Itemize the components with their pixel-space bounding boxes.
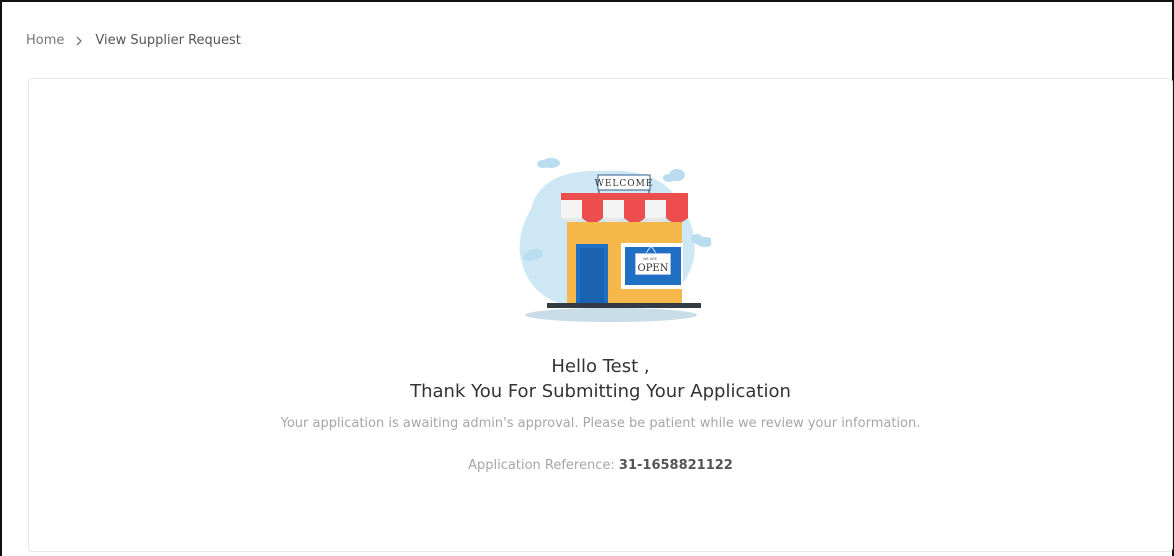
confirmation-title: Thank You For Submitting Your Applicatio… <box>410 381 791 402</box>
breadcrumb-home-link[interactable]: Home <box>26 33 64 48</box>
chevron-right-icon <box>75 36 83 46</box>
app-window: Home View Supplier Request WELCOME WE AR… <box>0 0 1174 556</box>
application-reference: Application Reference: 31-1658821122 <box>29 458 1172 473</box>
door-sign-top-text: WE ARE <box>643 257 657 261</box>
greeting-text: Hello Test , <box>551 356 650 377</box>
breadcrumb-current: View Supplier Request <box>95 33 241 48</box>
breadcrumb: Home View Supplier Request <box>26 33 241 48</box>
approval-pending-text: Your application is awaiting admin's app… <box>280 416 921 431</box>
shop-welcome-illustration: WELCOME WE ARE OPEN <box>519 158 711 322</box>
confirmation-card: WELCOME WE ARE OPEN Hello Test , Thank Y… <box>28 78 1173 552</box>
reference-value: 31-1658821122 <box>618 458 733 473</box>
welcome-sign-text: WELCOME <box>595 179 654 189</box>
open-sign-text: OPEN <box>638 263 669 274</box>
reference-label: Application Reference: <box>468 458 615 473</box>
